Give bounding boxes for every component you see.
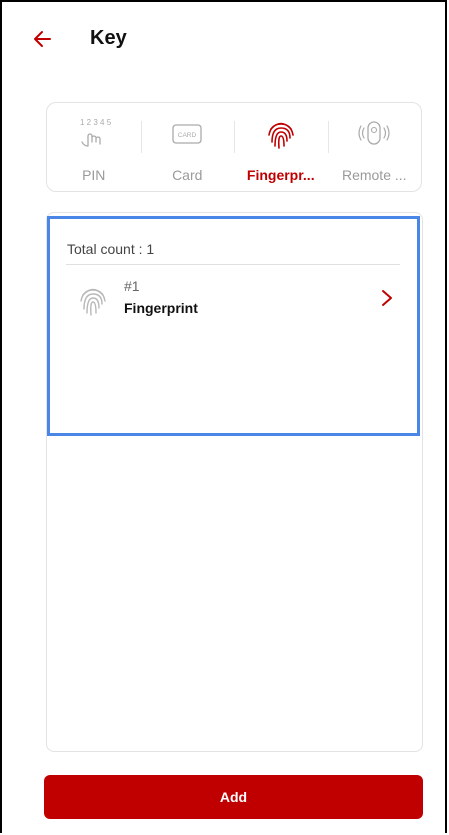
fingerprint-icon (80, 288, 106, 316)
add-button[interactable]: Add (44, 775, 423, 819)
tab-fingerprint[interactable]: Fingerpr... (234, 103, 328, 191)
svg-text:CARD: CARD (178, 132, 197, 139)
divider (66, 264, 400, 265)
fingerprint-icon (267, 122, 294, 149)
item-name: Fingerprint (124, 300, 198, 316)
tab-remote[interactable]: Remote ... (327, 103, 422, 191)
pin-keypad-icon: 1 2 3 4 5 6 (80, 118, 112, 147)
page-title: Key (90, 27, 127, 49)
back-button[interactable] (30, 26, 56, 52)
card-icon: CARD (172, 124, 202, 144)
key-type-tabs: 1 2 3 4 5 6 PIN CARD Card (46, 102, 422, 192)
tab-pin-label: PIN (82, 167, 106, 183)
tab-pin[interactable]: 1 2 3 4 5 6 PIN (47, 103, 141, 191)
remote-icon (358, 121, 390, 145)
total-count: Total count : 1 (67, 241, 155, 257)
app-header: Key (0, 0, 449, 86)
chevron-right-icon (382, 290, 392, 306)
arrow-left-icon (34, 31, 51, 47)
tab-remote-label: Remote ... (341, 167, 407, 183)
item-number: #1 (124, 278, 140, 294)
tab-card[interactable]: CARD Card (140, 103, 235, 191)
tab-fingerprint-label: Fingerpr... (246, 167, 315, 183)
list-item[interactable]: #1 Fingerprint (66, 276, 406, 324)
tab-card-label: Card (172, 167, 203, 183)
svg-text:1 2 3 4 5 6: 1 2 3 4 5 6 (80, 118, 112, 127)
